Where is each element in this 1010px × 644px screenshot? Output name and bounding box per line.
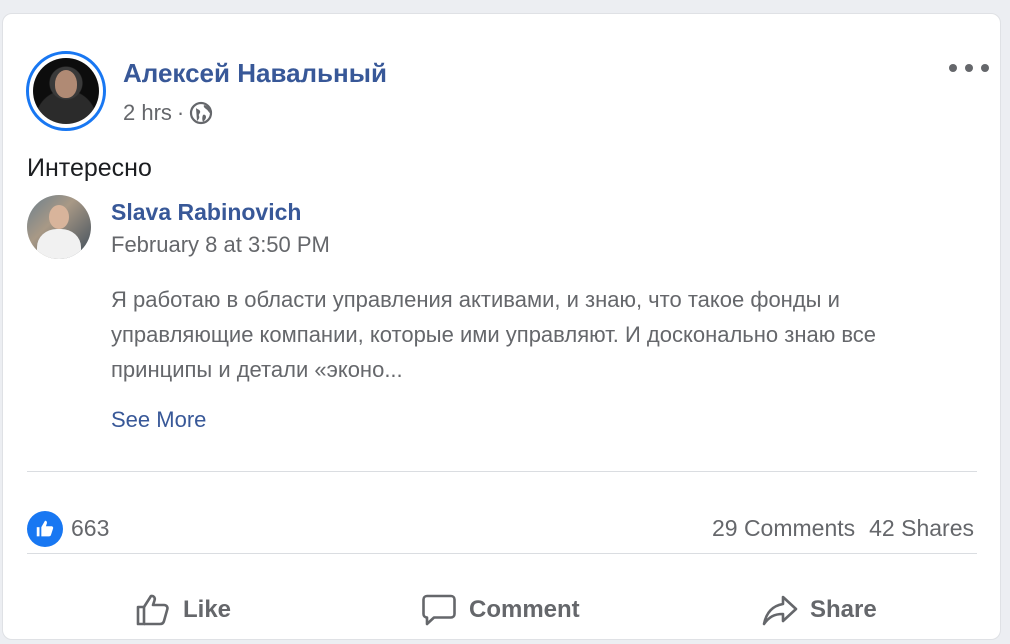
post-meta: 2 hrs · [123, 100, 213, 126]
author-name[interactable]: Алексей Навальный [123, 58, 387, 89]
shared-author-name[interactable]: Slava Rabinovich [111, 199, 301, 226]
like-count[interactable]: 663 [71, 515, 109, 542]
shared-post-date[interactable]: February 8 at 3:50 PM [111, 232, 330, 258]
shares-count[interactable]: 42 Shares [869, 515, 974, 542]
globe-icon[interactable] [189, 101, 213, 125]
divider [27, 553, 977, 554]
meta-separator: · [176, 100, 185, 125]
author-avatar[interactable] [26, 51, 106, 131]
comment-label: Comment [469, 596, 580, 623]
shared-post-body: Я работаю в области управления активами,… [111, 287, 877, 382]
like-button[interactable]: Like [133, 588, 231, 632]
post-text: Интересно [27, 154, 152, 182]
more-options-icon[interactable] [949, 56, 989, 80]
thumbs-up-outline-icon [136, 594, 169, 626]
comments-count[interactable]: 29 Comments [712, 515, 855, 542]
thumbs-up-icon [36, 520, 54, 537]
share-label: Share [810, 596, 877, 623]
like-reaction-icon[interactable] [27, 511, 63, 547]
post-card: Алексей Навальный 2 hrs · Интересно Slav… [2, 13, 1001, 640]
shared-author-avatar[interactable] [27, 195, 91, 259]
comment-button[interactable]: Comment [419, 588, 580, 632]
divider [27, 471, 977, 472]
like-label: Like [183, 596, 232, 623]
see-more-link[interactable]: See More [111, 407, 206, 433]
comment-icon [422, 594, 456, 626]
post-time[interactable]: 2 hrs [123, 100, 172, 126]
share-arrow-icon [762, 595, 798, 626]
engagement-stats: 29 Comments 42 Shares [712, 515, 974, 542]
share-button[interactable]: Share [760, 588, 877, 632]
author-photo [33, 58, 99, 124]
